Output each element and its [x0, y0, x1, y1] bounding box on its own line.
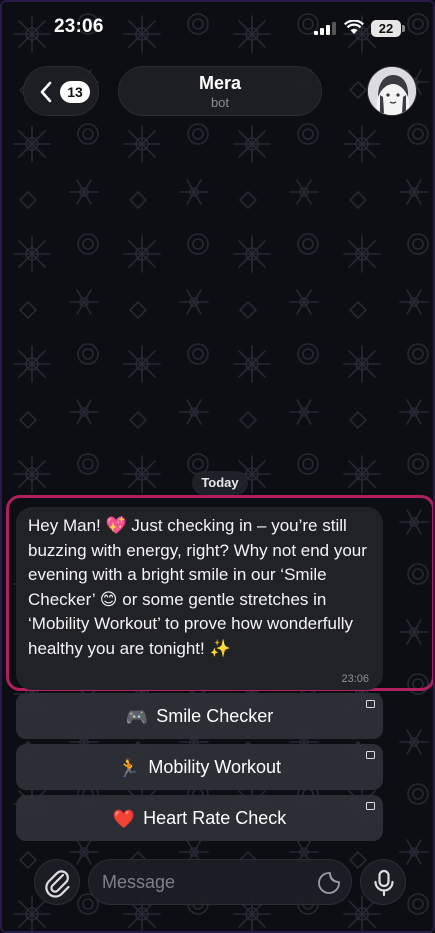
- chat-subtitle: bot: [210, 95, 230, 110]
- signal-icon: [314, 22, 336, 35]
- keyboard-button-label: Mobility Workout: [148, 757, 282, 777]
- keyboard-button-smile-checker[interactable]: 🎮 Smile Checker: [16, 693, 383, 739]
- microphone-button[interactable]: [360, 859, 406, 905]
- keyboard-button-mobility-workout[interactable]: 🏃 Mobility Workout: [16, 744, 383, 790]
- status-time: 23:06: [54, 16, 104, 37]
- web-app-icon: [366, 700, 375, 708]
- wifi-icon: [344, 20, 364, 34]
- runner-icon: 🏃: [117, 758, 141, 779]
- paperclip-icon: [45, 870, 70, 898]
- message-text: Hey Man! 💖 Just checking in – you’re sti…: [28, 516, 367, 658]
- message-time: 23:06: [341, 673, 369, 685]
- keyboard-button-label: Heart Rate Check: [143, 808, 287, 828]
- gamepad-icon: 🎮: [125, 707, 149, 728]
- battery-tip: [402, 25, 405, 32]
- heart-icon: ❤️: [112, 809, 136, 830]
- web-app-icon: [366, 802, 375, 810]
- back-button[interactable]: 13: [23, 66, 99, 116]
- microphone-icon: [374, 869, 394, 897]
- avatar-image: [368, 67, 416, 115]
- chat-wallpaper: [2, 2, 433, 931]
- message-placeholder: Message: [102, 872, 176, 892]
- message-input[interactable]: Message: [88, 859, 352, 905]
- app-frame: 23:06 22 13 Mera bot Today Hey Man! 💖 Ju…: [0, 0, 435, 933]
- chevron-left-icon: [40, 81, 52, 103]
- sticker-icon[interactable]: [317, 871, 341, 895]
- chat-title[interactable]: Mera bot: [118, 66, 322, 116]
- message-bubble[interactable]: Hey Man! 💖 Just checking in – you’re sti…: [16, 507, 383, 690]
- avatar[interactable]: [367, 66, 417, 116]
- attach-button[interactable]: [34, 859, 80, 905]
- battery-indicator: 22: [371, 20, 401, 37]
- keyboard-button-heart-rate-check[interactable]: ❤️ Heart Rate Check: [16, 795, 383, 841]
- keyboard-button-label: Smile Checker: [156, 706, 274, 726]
- web-app-icon: [366, 751, 375, 759]
- unread-count-badge: 13: [60, 81, 90, 103]
- chat-name: Mera: [198, 73, 242, 93]
- status-bar: 23:06 22: [2, 2, 433, 56]
- date-separator: Today: [192, 471, 248, 495]
